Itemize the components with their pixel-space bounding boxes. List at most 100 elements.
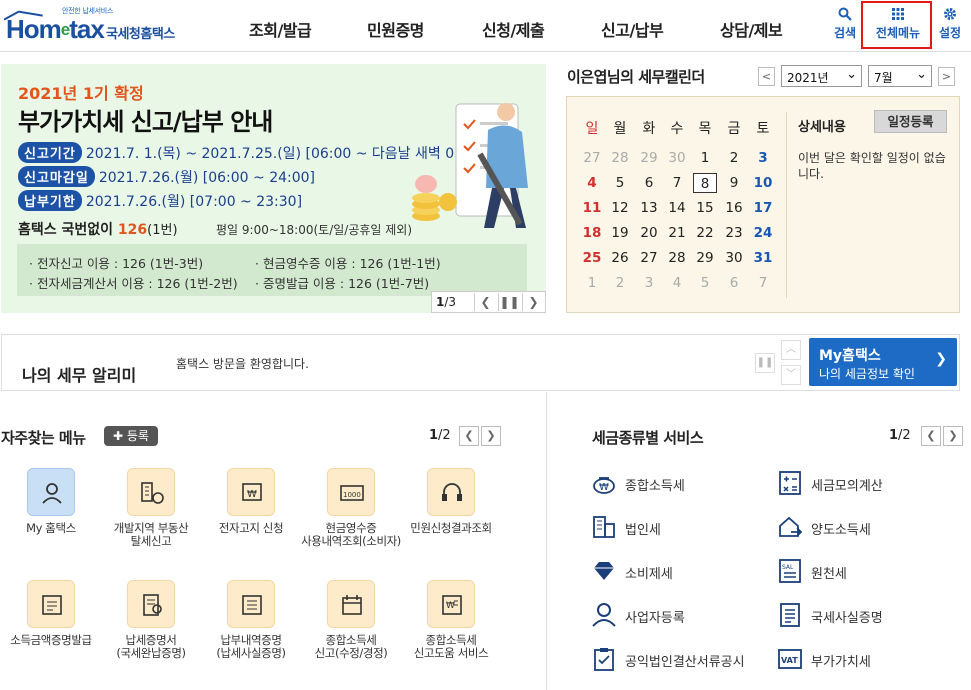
calendar-day[interactable]: 12: [608, 198, 632, 218]
banner-next-button[interactable]: ❯: [522, 293, 544, 311]
notice-up-button[interactable]: ︿: [781, 340, 801, 360]
nav-inquiry-issue[interactable]: 조회/발급: [249, 17, 312, 41]
calendar-next-button[interactable]: >: [938, 67, 955, 86]
favorite-menu-item[interactable]: 1000 현금영수증 사용내역조회(소비자): [301, 468, 401, 548]
favorite-menu-item[interactable]: ₩ 전자고지 신청: [201, 468, 301, 535]
won-document-icon: ₩: [227, 468, 275, 516]
favorite-menu-item[interactable]: My 홈택스: [1, 468, 101, 535]
calendar-day[interactable]: 6: [637, 173, 661, 193]
calendar-day[interactable]: 13: [637, 198, 661, 218]
calendar-day[interactable]: 14: [665, 198, 689, 218]
calendar-day[interactable]: 22: [693, 223, 717, 243]
favorite-menu-item[interactable]: ₩ 종합소득세 신고도움 서비스: [401, 580, 501, 660]
calendar-day[interactable]: 3: [751, 148, 775, 168]
calendar-month-select[interactable]: 7월 ⌄: [868, 65, 932, 87]
favorite-menu-item[interactable]: 개발지역 부동산 탈세신고: [101, 468, 201, 548]
tax-service-item[interactable]: ₩ 종합소득세: [591, 470, 771, 496]
nav-report-pay[interactable]: 신고/납부: [601, 17, 664, 41]
calendar-day[interactable]: 3: [637, 273, 661, 293]
search-icon: [831, 7, 859, 24]
favorites-next-button[interactable]: ❯: [481, 426, 501, 446]
calendar-day[interactable]: 16: [722, 198, 746, 218]
calendar-day[interactable]: 29: [693, 248, 717, 268]
calendar-day[interactable]: 30: [722, 248, 746, 268]
tax-service-item[interactable]: 세금모의계산: [777, 470, 957, 496]
calendar-day[interactable]: 30: [665, 148, 689, 168]
receipt-icon: 1000: [327, 468, 375, 516]
calendar-day[interactable]: 27: [580, 148, 604, 168]
calendar-day[interactable]: 7: [665, 173, 689, 193]
calendar-day[interactable]: 28: [608, 148, 632, 168]
add-schedule-button[interactable]: 일정등록: [874, 110, 947, 133]
calendar-day[interactable]: 6: [722, 273, 746, 293]
tax-next-button[interactable]: ❯: [943, 426, 963, 446]
calendar-day[interactable]: 26: [608, 248, 632, 268]
favorites-prev-button[interactable]: ❮: [459, 426, 479, 446]
calendar-day[interactable]: 29: [637, 148, 661, 168]
calendar-day[interactable]: 31: [751, 248, 775, 268]
calendar-day[interactable]: 20: [637, 223, 661, 243]
calendar-day[interactable]: 21: [665, 223, 689, 243]
calendar-year-value: 2021년: [787, 71, 829, 85]
favorite-menu-item[interactable]: 납세증명서 (국세완납증명): [101, 580, 201, 660]
tax-service-item[interactable]: VAT 부가가치세: [777, 646, 957, 672]
calendar-day[interactable]: 24: [751, 223, 775, 243]
favorite-menu-item[interactable]: 민원신청결과조회: [401, 468, 501, 535]
payment-tag: 납부기한: [18, 190, 82, 211]
banner-pause-button[interactable]: ❚❚: [498, 293, 520, 311]
favorite-menu-item[interactable]: 소득금액증명발급: [1, 580, 101, 647]
banner-row-payment: 납부기한 2021.7.26.(월) [07:00 ~ 23:30]: [18, 190, 302, 211]
calendar-day[interactable]: 4: [665, 273, 689, 293]
vat-notice-banner[interactable]: 2021년 1기 확정 부가가치세 신고/납부 안내 신고기간 2021.7. 1…: [1, 64, 546, 313]
calendar-day[interactable]: 15: [693, 198, 717, 218]
calendar-day[interactable]: 28: [665, 248, 689, 268]
nav-apply-submit[interactable]: 신청/제출: [482, 17, 545, 41]
tax-service-item[interactable]: 국세사실증명: [777, 602, 957, 628]
calendar-day[interactable]: 23: [722, 223, 746, 243]
calendar-day[interactable]: 17: [751, 198, 775, 218]
tax-service-item[interactable]: 법인세: [591, 514, 771, 540]
calendar-prev-button[interactable]: <: [758, 67, 775, 86]
calendar-day[interactable]: 18: [580, 223, 604, 243]
search-button[interactable]: 검색: [831, 7, 859, 41]
notice-down-button[interactable]: ﹀: [781, 365, 801, 385]
calendar-day[interactable]: 10: [751, 173, 775, 193]
favorites-register-button[interactable]: ✚ 등록: [104, 426, 158, 446]
favorite-menu-item[interactable]: 납부내역증명 (납세사실증명): [201, 580, 301, 660]
nav-consult-report[interactable]: 상담/제보: [720, 17, 783, 41]
calendar-day[interactable]: 27: [637, 248, 661, 268]
calendar-day[interactable]: 25: [580, 248, 604, 268]
my-hometax-button[interactable]: My홈택스 나의 세금정보 확인 ❯: [809, 338, 957, 386]
banner-prev-button[interactable]: ❮: [474, 293, 496, 311]
calendar-day[interactable]: 5: [608, 173, 632, 193]
tax-service-item[interactable]: SAL 원천세: [777, 558, 957, 584]
hometax-logo[interactable]: 안전한 납세서비스 Hometax 국세청홈택스: [2, 4, 187, 48]
calendar-day[interactable]: 9: [722, 173, 746, 193]
notice-pause-button[interactable]: ❚❚: [755, 353, 775, 373]
calendar-day[interactable]: 2: [722, 148, 746, 168]
calendar-day[interactable]: 5: [693, 273, 717, 293]
tax-prev-button[interactable]: ❮: [921, 426, 941, 446]
calendar-weekday: 목: [698, 121, 712, 137]
calendar-day[interactable]: 2: [608, 273, 632, 293]
calendar-day[interactable]: 11: [580, 198, 604, 218]
calendar-year-select[interactable]: 2021년 ⌄: [781, 65, 862, 87]
calendar-day[interactable]: 1: [693, 148, 717, 168]
settings-button[interactable]: 설정: [936, 7, 964, 41]
banner-page-total: /3: [444, 295, 457, 309]
favorite-menu-item[interactable]: 종합소득세 신고(수정/경정): [301, 580, 401, 660]
favorites-page-current: 1: [429, 428, 439, 443]
document-icon: [227, 580, 275, 628]
tax-service-item[interactable]: 사업자등록: [591, 602, 771, 628]
calendar-day[interactable]: 7: [751, 273, 775, 293]
tax-service-item[interactable]: 소비제세: [591, 558, 771, 584]
calendar-day[interactable]: 8: [693, 173, 717, 193]
nav-civil-certificate[interactable]: 민원증명: [367, 17, 424, 41]
calendar-day[interactable]: 1: [580, 273, 604, 293]
logo-korean: 국세청홈택스: [106, 27, 175, 42]
call-suffix: (1번): [147, 223, 178, 238]
tax-service-item[interactable]: 양도소득세: [777, 514, 957, 540]
calendar-day[interactable]: 4: [580, 173, 604, 193]
calendar-day[interactable]: 19: [608, 223, 632, 243]
tax-service-item[interactable]: 공익법인결산서류공시: [591, 646, 771, 672]
